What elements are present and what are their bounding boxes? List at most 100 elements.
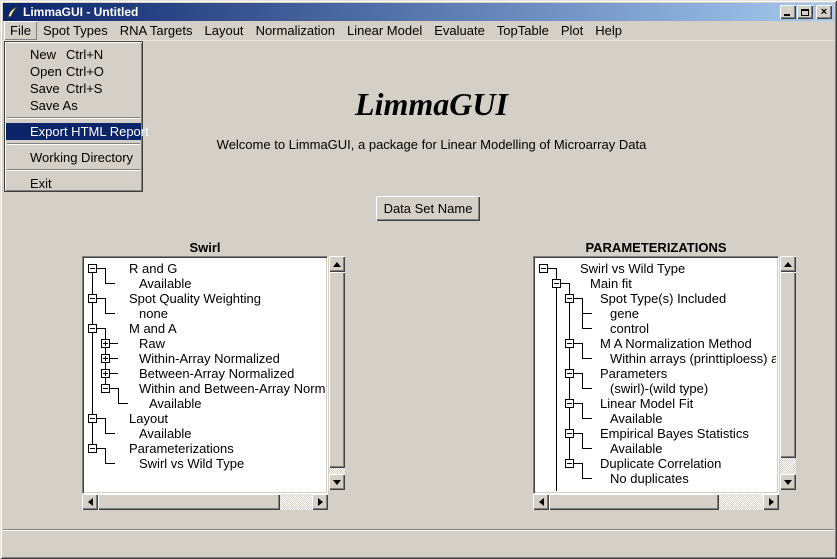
tree-node-label[interactable]: Available <box>610 441 663 456</box>
menu-spot-types[interactable]: Spot Types <box>37 21 114 40</box>
tree-expand-toggle-minus[interactable] <box>552 279 561 288</box>
titlebar[interactable]: LimmaGUI - Untitled × <box>3 3 834 21</box>
tree-connector-line <box>556 268 557 491</box>
scroll-down-button[interactable] <box>329 474 345 490</box>
tree-connector-line <box>105 313 115 314</box>
tree-node-label[interactable]: No duplicates <box>610 471 689 486</box>
tree-connector-line <box>582 343 583 359</box>
data-set-name-button[interactable]: Data Set Name <box>376 196 480 221</box>
scroll-left-button[interactable] <box>533 494 549 510</box>
menu-rna-targets[interactable]: RNA Targets <box>114 21 199 40</box>
tree-connector-line <box>582 373 583 389</box>
tree-node-label[interactable]: Spot Type(s) Included <box>600 291 726 306</box>
tree-expand-toggle-minus[interactable] <box>565 339 574 348</box>
parameterizations-tree-header: PARAMETERIZATIONS <box>533 240 779 255</box>
tree-connector-line <box>109 373 118 374</box>
tree-node-label[interactable]: Parameterizations <box>129 441 234 456</box>
tree-node-label[interactable]: Swirl vs Wild Type <box>139 456 244 471</box>
tree-node-label[interactable]: Within arrays (printtiploess) a <box>610 351 776 366</box>
tree-node-label[interactable]: Duplicate Correlation <box>600 456 721 471</box>
scroll-right-button[interactable] <box>312 494 328 510</box>
menu-normalization[interactable]: Normalization <box>250 21 341 40</box>
tree-expand-toggle-plus[interactable] <box>101 369 110 378</box>
tree-expand-toggle-minus[interactable] <box>88 414 97 423</box>
menu-item-save-as[interactable]: Save As <box>6 97 141 114</box>
menu-item-exit[interactable]: Exit <box>6 175 141 192</box>
tree-expand-toggle-plus[interactable] <box>101 354 110 363</box>
scroll-right-button[interactable] <box>763 494 779 510</box>
tree-node-label[interactable]: Available <box>149 396 202 411</box>
menu-item-export-html-report[interactable]: Export HTML Report <box>6 123 141 140</box>
page-title: LimmaGUI <box>30 86 833 123</box>
tree-node-label[interactable]: Available <box>610 411 663 426</box>
menu-layout[interactable]: Layout <box>199 21 250 40</box>
scrollbar-thumb[interactable] <box>549 494 719 510</box>
horizontal-scrollbar[interactable] <box>533 494 779 510</box>
tree-expand-toggle-plus[interactable] <box>101 339 110 348</box>
tree-expand-toggle-minus[interactable] <box>565 459 574 468</box>
tree-node-label[interactable]: R and G <box>129 261 177 276</box>
scroll-up-button[interactable] <box>329 256 345 272</box>
menu-item-open[interactable]: Open Ctrl+O <box>6 63 141 80</box>
close-button[interactable]: × <box>816 5 832 19</box>
horizontal-scrollbar[interactable] <box>82 494 328 510</box>
tree-expand-toggle-minus[interactable] <box>88 294 97 303</box>
tree-node-label[interactable]: Within and Between-Array Norm <box>139 381 325 396</box>
tree-expand-toggle-minus[interactable] <box>565 369 574 378</box>
tree-node-label[interactable]: M and A <box>129 321 177 336</box>
tree-connector-line <box>582 403 583 419</box>
tree-node-label[interactable]: Available <box>139 276 192 291</box>
tree-expand-toggle-minus[interactable] <box>88 444 97 453</box>
tree-expand-toggle-minus[interactable] <box>88 264 97 273</box>
tree-node-label[interactable]: Linear Model Fit <box>600 396 693 411</box>
scrollbar-track[interactable] <box>549 494 763 510</box>
tree-node-label[interactable]: (swirl)-(wild type) <box>610 381 708 396</box>
tree-connector-line <box>105 268 106 284</box>
tree-node-label[interactable]: Layout <box>129 411 168 426</box>
tree-node-label[interactable]: Main fit <box>590 276 632 291</box>
vertical-scrollbar[interactable] <box>329 256 345 490</box>
menu-plot[interactable]: Plot <box>555 21 589 40</box>
scrollbar-thumb[interactable] <box>329 272 345 468</box>
scrollbar-track[interactable] <box>780 272 796 474</box>
tree-expand-toggle-minus[interactable] <box>101 384 110 393</box>
maximize-button[interactable] <box>797 5 813 19</box>
scrollbar-thumb[interactable] <box>98 494 280 510</box>
menu-item-working-directory[interactable]: Working Directory <box>6 149 141 166</box>
scrollbar-thumb[interactable] <box>780 272 796 458</box>
tree-expand-toggle-minus[interactable] <box>565 399 574 408</box>
tree-node-label[interactable]: Spot Quality Weighting <box>129 291 261 306</box>
tree-connector-line <box>582 463 583 479</box>
tree-node-label[interactable]: Available <box>139 426 192 441</box>
minimize-button[interactable] <box>780 5 796 19</box>
tree-node-label[interactable]: Raw <box>139 336 165 351</box>
scrollbar-track[interactable] <box>329 272 345 474</box>
tree-connector-line <box>118 403 128 404</box>
scroll-left-button[interactable] <box>82 494 98 510</box>
tree-expand-toggle-minus[interactable] <box>565 429 574 438</box>
tree-node-label[interactable]: Within-Array Normalized <box>139 351 280 366</box>
tree-node-label[interactable]: control <box>610 321 649 336</box>
tree-expand-toggle-minus[interactable] <box>88 324 97 333</box>
vertical-scrollbar[interactable] <box>780 256 796 490</box>
scroll-down-button[interactable] <box>780 474 796 490</box>
tree-node-label[interactable]: Between-Array Normalized <box>139 366 294 381</box>
tree-node-label[interactable]: Parameters <box>600 366 667 381</box>
tree-node-label[interactable]: gene <box>610 306 639 321</box>
menu-evaluate[interactable]: Evaluate <box>428 21 491 40</box>
menu-file[interactable]: File <box>4 21 37 40</box>
tree-expand-toggle-minus[interactable] <box>565 294 574 303</box>
tree-node-label[interactable]: none <box>139 306 168 321</box>
menu-help[interactable]: Help <box>589 21 628 40</box>
scroll-up-button[interactable] <box>780 256 796 272</box>
window-title: LimmaGUI - Untitled <box>23 5 779 19</box>
scrollbar-track[interactable] <box>98 494 312 510</box>
tree-node-label[interactable]: Swirl vs Wild Type <box>580 261 685 276</box>
menu-toptable[interactable]: TopTable <box>491 21 555 40</box>
tree-expand-toggle-minus[interactable] <box>539 264 548 273</box>
tree-node-label[interactable]: Empirical Bayes Statistics <box>600 426 749 441</box>
menu-linear-model[interactable]: Linear Model <box>341 21 428 40</box>
tree-node-label[interactable]: M A Normalization Method <box>600 336 752 351</box>
menu-item-new[interactable]: New Ctrl+N <box>6 46 141 63</box>
menu-item-save[interactable]: Save Ctrl+S <box>6 80 141 97</box>
